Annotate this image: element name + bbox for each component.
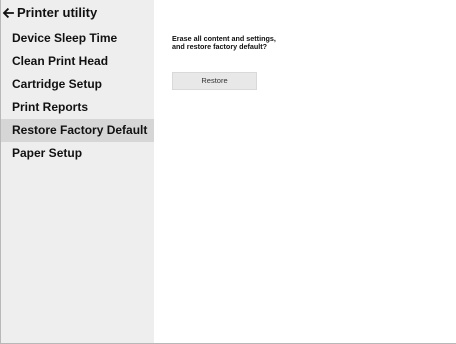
back-button[interactable] bbox=[1, 5, 15, 21]
sidebar-item-paper-setup[interactable]: Paper Setup bbox=[1, 142, 154, 165]
restore-button[interactable]: Restore bbox=[172, 72, 257, 90]
sidebar-item-restore-factory-default[interactable]: Restore Factory Default bbox=[1, 119, 154, 142]
sidebar-item-cartridge-setup[interactable]: Cartridge Setup bbox=[1, 73, 154, 96]
printer-utility-window: Printer utility Device Sleep Time Clean … bbox=[0, 0, 456, 344]
window-title: Printer utility bbox=[17, 5, 98, 20]
sidebar-item-device-sleep-time[interactable]: Device Sleep Time bbox=[1, 27, 154, 50]
title-bar: Printer utility bbox=[1, 0, 456, 26]
sidebar-item-clean-print-head[interactable]: Clean Print Head bbox=[1, 50, 154, 73]
main-panel: Erase all content and settings, and rest… bbox=[154, 27, 456, 343]
restore-confirmation-message: Erase all content and settings, and rest… bbox=[172, 34, 276, 51]
settings-menu: Device Sleep Time Clean Print Head Cartr… bbox=[1, 27, 154, 165]
sidebar-item-print-reports[interactable]: Print Reports bbox=[1, 96, 154, 119]
arrow-left-icon bbox=[2, 7, 14, 19]
